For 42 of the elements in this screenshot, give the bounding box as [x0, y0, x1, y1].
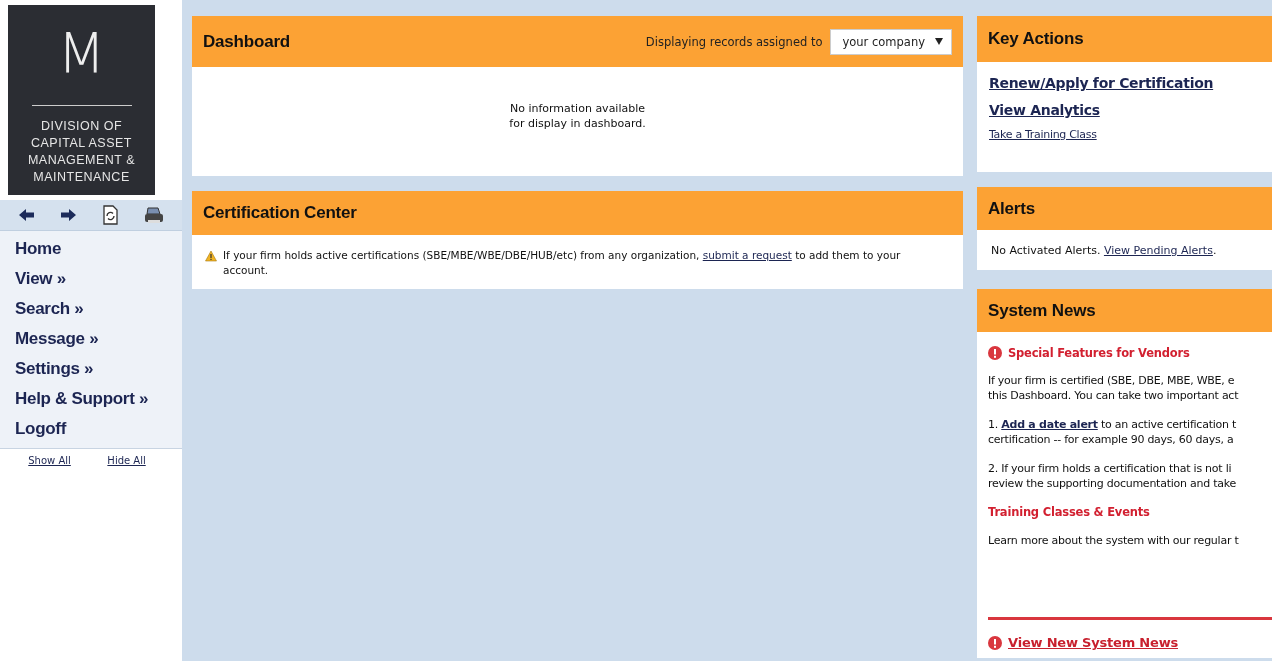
action-link[interactable]: Take a Training Class — [989, 126, 1260, 144]
panel-title: Dashboard — [203, 31, 290, 52]
action-link[interactable]: Renew/Apply for Certification — [989, 72, 1260, 94]
nav-link[interactable]: Home — [0, 234, 182, 264]
news-paragraph: Learn more about the system with our regular t — [988, 533, 1240, 548]
panel-title: Key Actions — [988, 29, 1084, 49]
company-dropdown[interactable]: your company — [830, 28, 952, 55]
panel-title: Alerts — [988, 198, 1035, 219]
alerts-message: No Activated Alerts. View Pending Alerts. — [990, 243, 1218, 259]
submit-request-link[interactable]: submit a request — [702, 249, 792, 261]
news-subheading: Training Classes & Events — [988, 505, 1151, 519]
news-heading: Special Features for Vendors — [1008, 346, 1190, 360]
news-paragraph: 2. If your firm holds a certification that is not li review the supporting documentation and take — [988, 461, 1237, 491]
hide-all-link[interactable]: Hide All — [107, 455, 146, 466]
system-news-link[interactable]: View New System News — [1008, 635, 1178, 650]
empty-message: No information available for display in dashboard. — [509, 100, 646, 131]
news-paragraph: If your firm is certified (SBE, DBE, MBE, WBE, e this Dashboard. You can take two important act — [988, 373, 1240, 403]
pending-alerts-link[interactable]: View Pending Alerts — [1103, 244, 1213, 257]
date-alert-link[interactable]: Add a date alert — [1001, 418, 1098, 431]
news-paragraph: 1. Add a date alert to an active certification t certification -- for example 90 days, 60 days, a — [988, 417, 1237, 447]
show-all-link[interactable]: Show All — [28, 455, 71, 466]
warning-icon — [205, 250, 217, 262]
back-arrow-icon[interactable] — [18, 207, 36, 223]
action-link[interactable]: View Analytics — [989, 99, 1260, 121]
nav-link[interactable]: Search » — [0, 294, 182, 324]
nav-link[interactable]: Help & Support » — [0, 384, 182, 414]
filter-label: Displaying records assigned to — [645, 34, 823, 49]
nav-link[interactable]: Message » — [0, 324, 182, 354]
nav-link[interactable]: View » — [0, 264, 182, 294]
panel-title: System News — [988, 300, 1096, 321]
printer-icon[interactable] — [143, 206, 164, 224]
caret-icon — [935, 37, 943, 45]
info-icon — [988, 635, 1002, 650]
logo-monogram: M — [57, 25, 106, 81]
refresh-document-icon[interactable] — [101, 205, 119, 225]
nav-link[interactable]: Settings » — [0, 354, 182, 384]
info-icon — [988, 346, 1002, 360]
certification-message: If your firm holds active certifications (SBE/MBE/WBE/DBE/HUB/etc) from any organization, submit a request to add them to your account. — [223, 248, 902, 278]
logo-text: DIVISION OF CAPITAL ASSET MANAGEMENT & MAINTENANCE — [27, 118, 136, 186]
panel-title: Certification Center — [203, 203, 357, 223]
nav-link[interactable]: Logoff — [0, 414, 182, 444]
forward-arrow-icon[interactable] — [60, 207, 78, 223]
